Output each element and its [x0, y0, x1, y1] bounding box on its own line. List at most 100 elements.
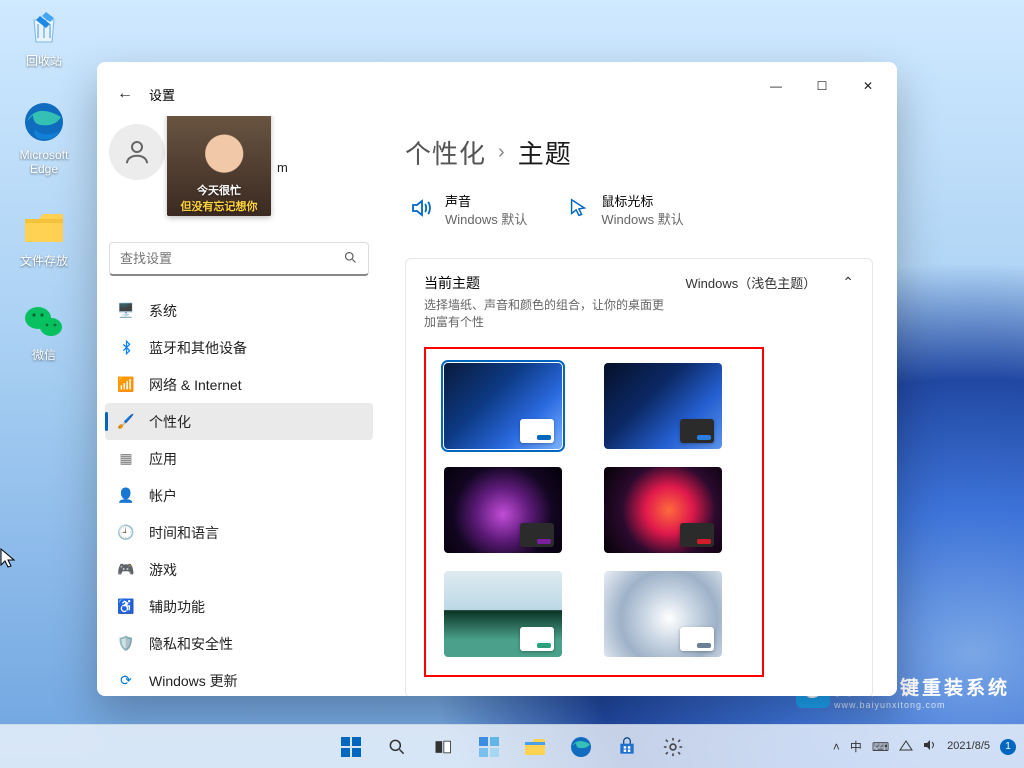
profile-photo: 今天很忙 但没有忘记想你: [167, 116, 271, 216]
nav-item-icon: 🖌️: [117, 413, 135, 430]
ime-indicator[interactable]: 中: [850, 738, 862, 755]
watermark-sub: www.baiyunxitong.com: [834, 700, 1010, 710]
quick-cursor-sub: Windows 默认: [601, 211, 683, 229]
nav-item-icon: ⟳: [117, 672, 135, 689]
cursor-icon: [567, 197, 589, 224]
volume-icon[interactable]: [923, 739, 937, 754]
nav-item-icon: 🖥️: [117, 302, 135, 319]
current-theme-card: 当前主题 选择墙纸、声音和颜色的组合，让你的桌面更加富有个性 Windows（浅…: [405, 258, 873, 696]
nav-item-label: 蓝牙和其他设备: [149, 338, 247, 358]
profile-block[interactable]: 今天很忙 但没有忘记想你 m: [101, 120, 377, 188]
tray-chevron-icon[interactable]: ˄: [833, 740, 840, 754]
settings-window: ← 设置 — ☐ ✕ 今天很忙 但没有忘记想你 m: [97, 62, 897, 696]
theme-option[interactable]: [444, 363, 562, 449]
theme-overlay-icon: [520, 419, 554, 443]
taskbar: ˄ 中 ⌨ 2021/8/5 1: [0, 724, 1024, 768]
sidebar-item[interactable]: 👤 帐户: [105, 477, 373, 514]
taskbar-edge-icon[interactable]: [562, 728, 600, 766]
sidebar-item[interactable]: 🖥️ 系统: [105, 292, 373, 329]
desktop-icon-folder[interactable]: 文件存放: [6, 206, 82, 268]
profile-photo-caption: 今天很忙: [197, 182, 241, 198]
theme-grid: [424, 347, 764, 677]
taskbar-store-icon[interactable]: [608, 728, 646, 766]
desktop-icon-edge[interactable]: Microsoft Edge: [6, 100, 82, 177]
nav-item-icon: 🛡️: [117, 635, 135, 652]
sidebar-item[interactable]: 🕘时间和语言: [105, 514, 373, 551]
nav-item-label: 帐户: [149, 486, 177, 506]
taskbar-explorer-icon[interactable]: [516, 728, 554, 766]
nav-item-label: 隐私和安全性: [149, 634, 233, 654]
sidebar-item[interactable]: 📶 网络 & Internet: [105, 366, 373, 403]
quick-sound-title: 声音: [445, 193, 527, 211]
chevron-up-icon[interactable]: ⌃: [842, 274, 854, 291]
nav-item-label: 游戏: [149, 560, 177, 580]
system-tray[interactable]: ˄ 中 ⌨ 2021/8/5 1: [833, 738, 1016, 755]
app-title: 设置: [149, 85, 175, 104]
widgets-icon[interactable]: [470, 728, 508, 766]
mouse-cursor-icon: [0, 548, 16, 573]
desktop-icon-recycle-bin[interactable]: 回收站: [6, 6, 82, 68]
sidebar-item[interactable]: 🛡️ 隐私和安全性: [105, 625, 373, 662]
current-theme-name: Windows（浅色主题）: [686, 273, 817, 292]
card-title: 当前主题: [424, 273, 664, 293]
nav-item-label: 网络 & Internet: [149, 375, 242, 395]
avatar-placeholder-icon: [109, 124, 165, 180]
notifications-badge[interactable]: 1: [1000, 739, 1016, 755]
theme-option[interactable]: [444, 571, 562, 657]
sidebar-item[interactable]: 🖌️个性化: [105, 403, 373, 440]
quick-sound-sub: Windows 默认: [445, 211, 527, 229]
profile-username: m: [277, 160, 288, 175]
desktop: 回收站 Microsoft Edge 文件存放 微信 白云一键重装系统 www.…: [0, 0, 1024, 768]
nav-item-icon: 👤: [117, 487, 135, 504]
sound-icon: [409, 196, 433, 225]
desktop-icon-label: Edge: [6, 162, 82, 176]
sidebar-item[interactable]: ▦应用: [105, 440, 373, 477]
close-button[interactable]: ✕: [845, 70, 891, 102]
start-button[interactable]: [332, 728, 370, 766]
theme-overlay-icon: [680, 627, 714, 651]
desktop-icon-label: 回收站: [6, 54, 82, 68]
profile-photo-caption: 但没有忘记想你: [181, 198, 258, 214]
taskbar-settings-icon[interactable]: [654, 728, 692, 766]
tray-datetime[interactable]: 2021/8/5: [947, 740, 990, 752]
nav-item-icon: ▦: [117, 450, 135, 467]
quick-cursor[interactable]: 鼠标光标 Windows 默认: [567, 193, 683, 228]
search-input[interactable]: [120, 251, 343, 266]
desktop-icon-wechat[interactable]: 微信: [6, 300, 82, 362]
desktop-icon-label: 文件存放: [6, 254, 82, 268]
maximize-button[interactable]: ☐: [799, 70, 845, 102]
theme-option[interactable]: [444, 467, 562, 553]
breadcrumb-parent[interactable]: 个性化: [405, 134, 486, 171]
edge-icon: [22, 100, 66, 144]
minimize-button[interactable]: —: [753, 70, 799, 102]
network-icon[interactable]: [899, 739, 913, 754]
theme-option[interactable]: [604, 363, 722, 449]
nav-item-label: 时间和语言: [149, 523, 219, 543]
quick-cursor-title: 鼠标光标: [601, 193, 683, 211]
nav-item-label: 系统: [149, 301, 177, 321]
nav-item-label: 辅助功能: [149, 597, 205, 617]
desktop-icon-label: 微信: [6, 348, 82, 362]
theme-option[interactable]: [604, 467, 722, 553]
sidebar-item[interactable]: 蓝牙和其他设备: [105, 329, 373, 366]
nav-item-icon: 📶: [117, 376, 135, 393]
chevron-right-icon: ›: [498, 141, 506, 164]
nav-item-icon: 🎮: [117, 561, 135, 578]
taskbar-center: [332, 728, 692, 766]
breadcrumb-current: 主题: [518, 134, 572, 171]
search-box[interactable]: [109, 242, 369, 276]
search-icon: [343, 250, 358, 268]
sidebar-item[interactable]: ⟳Windows 更新: [105, 662, 373, 696]
taskbar-search-icon[interactable]: [378, 728, 416, 766]
theme-overlay-icon: [680, 523, 714, 547]
sidebar-item[interactable]: ♿辅助功能: [105, 588, 373, 625]
keyboard-icon[interactable]: ⌨: [872, 740, 889, 754]
nav-item-icon: [117, 340, 135, 355]
sidebar-item[interactable]: 🎮 游戏: [105, 551, 373, 588]
wechat-icon: [22, 300, 66, 344]
theme-option[interactable]: [604, 571, 722, 657]
theme-overlay-icon: [680, 419, 714, 443]
quick-sound[interactable]: 声音 Windows 默认: [409, 193, 527, 228]
back-button[interactable]: ←: [111, 80, 139, 108]
task-view-icon[interactable]: [424, 728, 462, 766]
